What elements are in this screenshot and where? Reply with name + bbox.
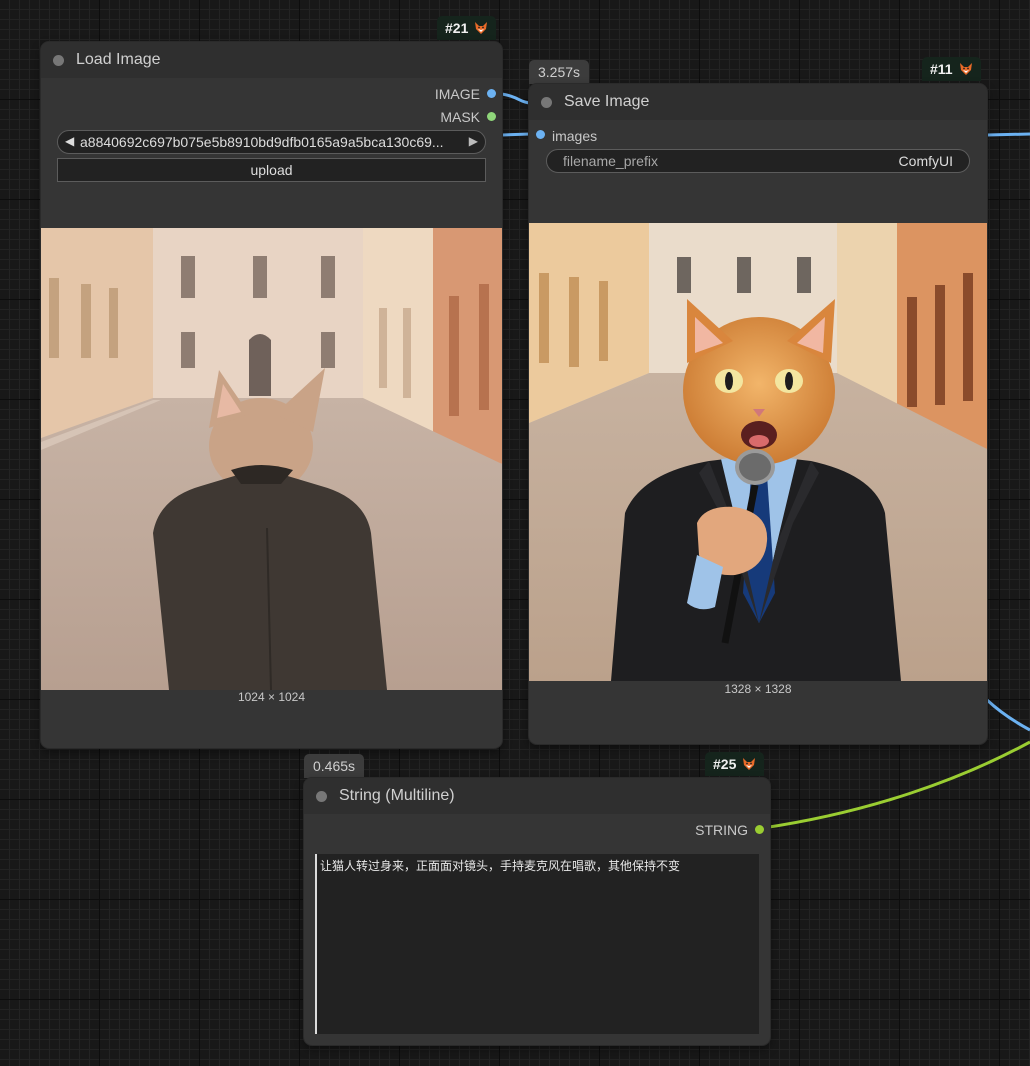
node-id-text: #25 bbox=[713, 756, 737, 772]
node-header[interactable]: Save Image bbox=[529, 84, 987, 120]
output-label-image: IMAGE bbox=[434, 86, 480, 102]
node-id-badge-string: #25 bbox=[705, 752, 765, 776]
image-preview bbox=[529, 223, 987, 681]
filename-prefix-label: filename_prefix bbox=[563, 153, 658, 169]
filename-prefix-widget[interactable]: filename_prefix ComfyUI bbox=[546, 149, 970, 173]
node-id-text: #21 bbox=[445, 20, 469, 36]
output-slot-string[interactable] bbox=[755, 825, 764, 834]
combo-prev-arrow-icon[interactable]: ◀ bbox=[65, 134, 74, 148]
filename-prefix-value: ComfyUI bbox=[898, 153, 953, 169]
node-header[interactable]: String (Multiline) bbox=[304, 778, 770, 814]
multiline-text-input[interactable]: 让猫人转过身来，正面面对镜头，手持麦克风在唱歌，其他保持不变 bbox=[315, 854, 759, 1034]
cat-singer-photo bbox=[529, 223, 987, 681]
upload-button[interactable]: upload bbox=[57, 158, 486, 182]
input-slot-images[interactable] bbox=[536, 130, 545, 139]
collapse-dot[interactable] bbox=[53, 55, 64, 66]
collapse-dot[interactable] bbox=[316, 791, 327, 802]
image-preview bbox=[41, 228, 502, 690]
timing-badge-string: 0.465s bbox=[304, 754, 365, 778]
node-save-image[interactable]: Save Image images filename_prefix ComfyU… bbox=[529, 84, 987, 744]
node-title: Load Image bbox=[76, 51, 161, 68]
node-id-badge-load-image: #21 bbox=[437, 16, 497, 40]
image-size-label: 1024 × 1024 bbox=[237, 690, 306, 704]
link-images-out bbox=[986, 132, 1030, 137]
link-image-to-images-2 bbox=[501, 132, 531, 137]
output-label-mask: MASK bbox=[440, 109, 480, 125]
node-load-image[interactable]: Load Image IMAGE MASK ◀ a8840692c697b075… bbox=[41, 42, 502, 748]
link-save-out bbox=[985, 698, 1030, 732]
node-title: Save Image bbox=[564, 93, 650, 110]
output-label-string: STRING bbox=[695, 822, 748, 838]
output-slot-mask[interactable] bbox=[487, 112, 496, 121]
collapse-dot[interactable] bbox=[541, 97, 552, 108]
node-id-badge-save-image: #11 bbox=[922, 57, 981, 81]
image-size-label: 1328 × 1328 bbox=[724, 682, 792, 696]
output-slot-image[interactable] bbox=[487, 89, 496, 98]
image-select-combo[interactable]: ◀ a8840692c697b075e5b8910bd9dfb0165a9a5b… bbox=[57, 130, 486, 154]
node-string-multiline[interactable]: String (Multiline) STRING 让猫人转过身来，正面面对镜头… bbox=[304, 778, 770, 1045]
fox-icon bbox=[475, 22, 488, 34]
combo-value: a8840692c697b075e5b8910bd9dfb0165a9a5bca… bbox=[80, 134, 444, 150]
fox-icon bbox=[743, 758, 756, 770]
input-label-images: images bbox=[552, 128, 598, 144]
node-id-text: #11 bbox=[930, 61, 953, 77]
fox-icon bbox=[959, 63, 972, 75]
cat-back-photo bbox=[41, 228, 502, 690]
timing-badge-save-image: 3.257s bbox=[529, 60, 590, 84]
node-title: String (Multiline) bbox=[339, 787, 455, 804]
node-header[interactable]: Load Image bbox=[41, 42, 502, 78]
link-string-out bbox=[762, 740, 1030, 830]
combo-next-arrow-icon[interactable]: ▶ bbox=[469, 134, 478, 148]
